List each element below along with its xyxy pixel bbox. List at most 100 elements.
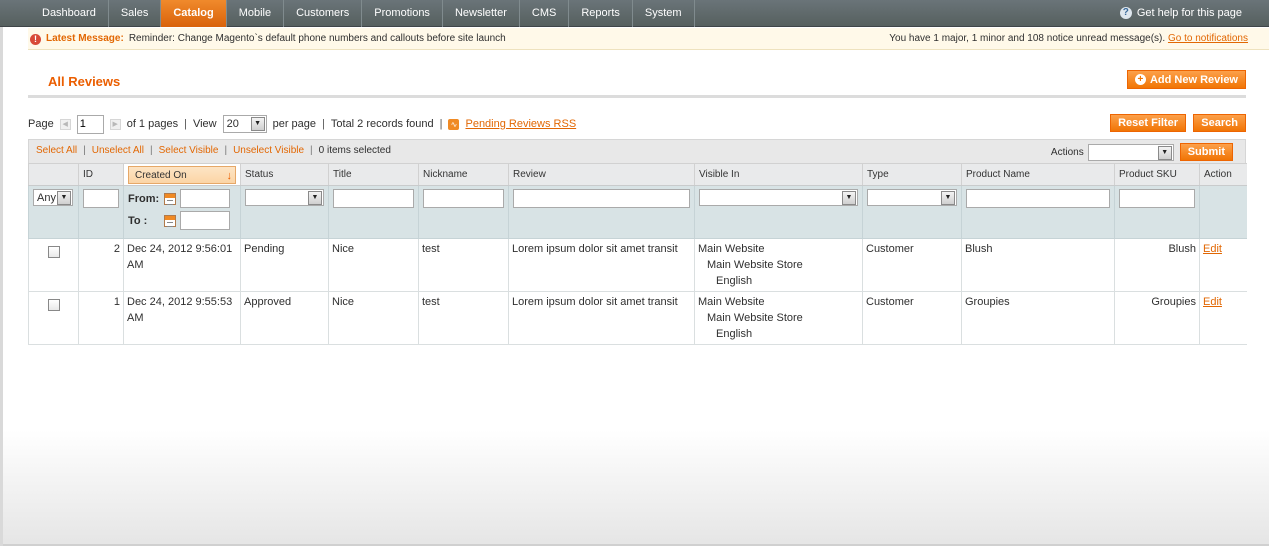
status-filter-select[interactable]: ▼: [245, 189, 324, 206]
nav-item-system[interactable]: System: [633, 0, 695, 27]
edit-link[interactable]: Edit: [1203, 296, 1222, 308]
visible-in-filter-select[interactable]: ▼: [699, 189, 858, 206]
next-page-icon[interactable]: ▶: [109, 118, 121, 130]
reset-filter-button[interactable]: Reset Filter: [1110, 114, 1186, 132]
title-cell: Nice: [328, 238, 419, 292]
select-visible-link[interactable]: Select Visible: [159, 145, 219, 156]
per-page-value: 20: [226, 118, 239, 130]
action-cell: Edit: [1199, 238, 1247, 292]
filter-sku-cell: [1114, 185, 1200, 239]
column-header-title[interactable]: Title: [328, 163, 419, 186]
date-from-input[interactable]: [180, 189, 230, 208]
pager-separator: |: [439, 118, 443, 130]
product-name-filter-input[interactable]: [966, 189, 1110, 208]
header-divider: [28, 95, 1246, 98]
title-filter-input[interactable]: [333, 189, 414, 208]
created-on-cell: Dec 24, 2012 9:55:53 AM: [123, 291, 241, 345]
website-name: Main Website: [698, 296, 765, 308]
per-page-select[interactable]: 20 ▼: [222, 115, 267, 133]
latest-message-text: Reminder: Change Magento`s default phone…: [128, 33, 506, 44]
warning-icon: !: [30, 33, 41, 45]
massaction-actions: Actions ▼ Submit: [1051, 143, 1233, 161]
title-cell: Nice: [328, 291, 419, 345]
type-filter-select[interactable]: ▼: [867, 189, 957, 206]
nav-item-newsletter[interactable]: Newsletter: [443, 0, 520, 27]
previous-page-icon[interactable]: ◀: [59, 118, 71, 130]
nav-item-dashboard[interactable]: Dashboard: [30, 0, 109, 27]
filter-row: Any ▼ From: To : ▼ ▼ ▼: [28, 185, 1247, 239]
add-new-review-button[interactable]: + Add New Review: [1126, 70, 1246, 89]
reviews-grid: ID Created On ↓ Status Title Nickname Re…: [28, 163, 1247, 345]
pager: Page ◀ ▶ of 1 pages | View 20 ▼ per page…: [28, 114, 576, 134]
type-cell: Customer: [862, 238, 962, 292]
created-on-date: Dec 24, 2012 9:56:01: [127, 243, 233, 255]
nav-item-mobile[interactable]: Mobile: [227, 0, 285, 27]
page-number-input[interactable]: [76, 114, 104, 134]
search-button[interactable]: Search: [1193, 114, 1246, 132]
unselect-all-link[interactable]: Unselect All: [92, 145, 144, 156]
store-view-name: English: [716, 275, 753, 287]
help-icon: ?: [1119, 7, 1132, 19]
column-header-created-on[interactable]: Created On ↓: [123, 163, 241, 186]
help-label: Get help for this page: [1136, 7, 1242, 19]
nav-item-catalog[interactable]: Catalog: [161, 0, 227, 27]
column-header-nickname[interactable]: Nickname: [418, 163, 509, 186]
row-checkbox[interactable]: [47, 246, 60, 258]
column-header-select: [28, 163, 79, 186]
created-on-label: Created On: [135, 169, 187, 181]
notification-bar: ! Latest Message: Reminder: Change Magen…: [28, 28, 1269, 50]
filter-review-cell: [508, 185, 695, 239]
column-header-review[interactable]: Review: [508, 163, 695, 186]
table-row[interactable]: 1 Dec 24, 2012 9:55:53 AM Approved Nice …: [28, 291, 1247, 345]
filter-created-cell: From: To :: [123, 185, 241, 239]
help-link[interactable]: ? Get help for this page: [1119, 7, 1242, 19]
calendar-icon[interactable]: [164, 192, 176, 205]
items-selected-text: 0 items selected: [318, 145, 391, 156]
nav-item-promotions[interactable]: Promotions: [362, 0, 443, 27]
row-select-cell: [28, 291, 79, 345]
per-page-label: per page: [272, 118, 317, 130]
product-sku-filter-input[interactable]: [1119, 189, 1195, 208]
actions-select[interactable]: ▼: [1087, 143, 1174, 161]
edit-link[interactable]: Edit: [1203, 243, 1222, 255]
filter-title-cell: [328, 185, 419, 239]
date-from-label: From:: [128, 192, 160, 205]
status-cell: Pending: [240, 238, 329, 292]
column-header-status[interactable]: Status: [240, 163, 329, 186]
date-to-input[interactable]: [180, 211, 230, 230]
select-all-link[interactable]: Select All: [36, 145, 77, 156]
column-header-product-sku[interactable]: Product SKU: [1114, 163, 1200, 186]
column-header-visible-in[interactable]: Visible In: [694, 163, 863, 186]
column-header-product-name[interactable]: Product Name: [961, 163, 1115, 186]
chevron-down-icon: ▼: [842, 191, 856, 205]
nav-item-cms[interactable]: CMS: [520, 0, 570, 27]
table-row[interactable]: 2 Dec 24, 2012 9:56:01 AM Pending Nice t…: [28, 238, 1247, 292]
column-header-type[interactable]: Type: [862, 163, 962, 186]
nickname-cell: test: [418, 238, 509, 292]
store-view-name: English: [716, 328, 753, 340]
nav-item-sales[interactable]: Sales: [109, 0, 162, 27]
page-title: All Reviews: [48, 74, 121, 89]
product-name-cell: Groupies: [961, 291, 1115, 345]
website-name: Main Website: [698, 243, 765, 255]
any-filter-select[interactable]: Any ▼: [33, 189, 73, 206]
review-filter-input[interactable]: [513, 189, 690, 208]
sorted-header[interactable]: Created On ↓: [128, 165, 236, 184]
massaction-bar: Select All | Unselect All | Select Visib…: [28, 139, 1246, 163]
nickname-filter-input[interactable]: [423, 189, 504, 208]
row-checkbox[interactable]: [47, 299, 60, 311]
separator: |: [83, 145, 86, 156]
nav-item-customers[interactable]: Customers: [284, 0, 363, 27]
nav-menu: Dashboard Sales Catalog Mobile Customers…: [30, 0, 695, 27]
created-on-date: Dec 24, 2012 9:55:53: [127, 296, 233, 308]
unselect-visible-link[interactable]: Unselect Visible: [233, 145, 304, 156]
add-new-review-label: Add New Review: [1149, 73, 1238, 86]
go-to-notifications-link[interactable]: Go to notifications: [1168, 33, 1248, 44]
column-header-id[interactable]: ID: [78, 163, 124, 186]
id-filter-input[interactable]: [83, 189, 119, 208]
calendar-icon[interactable]: [164, 214, 176, 227]
pending-reviews-rss-link[interactable]: Pending Reviews RSS: [465, 118, 576, 130]
nav-item-reports[interactable]: Reports: [569, 0, 633, 27]
submit-button[interactable]: Submit: [1179, 143, 1233, 161]
separator: |: [150, 145, 153, 156]
